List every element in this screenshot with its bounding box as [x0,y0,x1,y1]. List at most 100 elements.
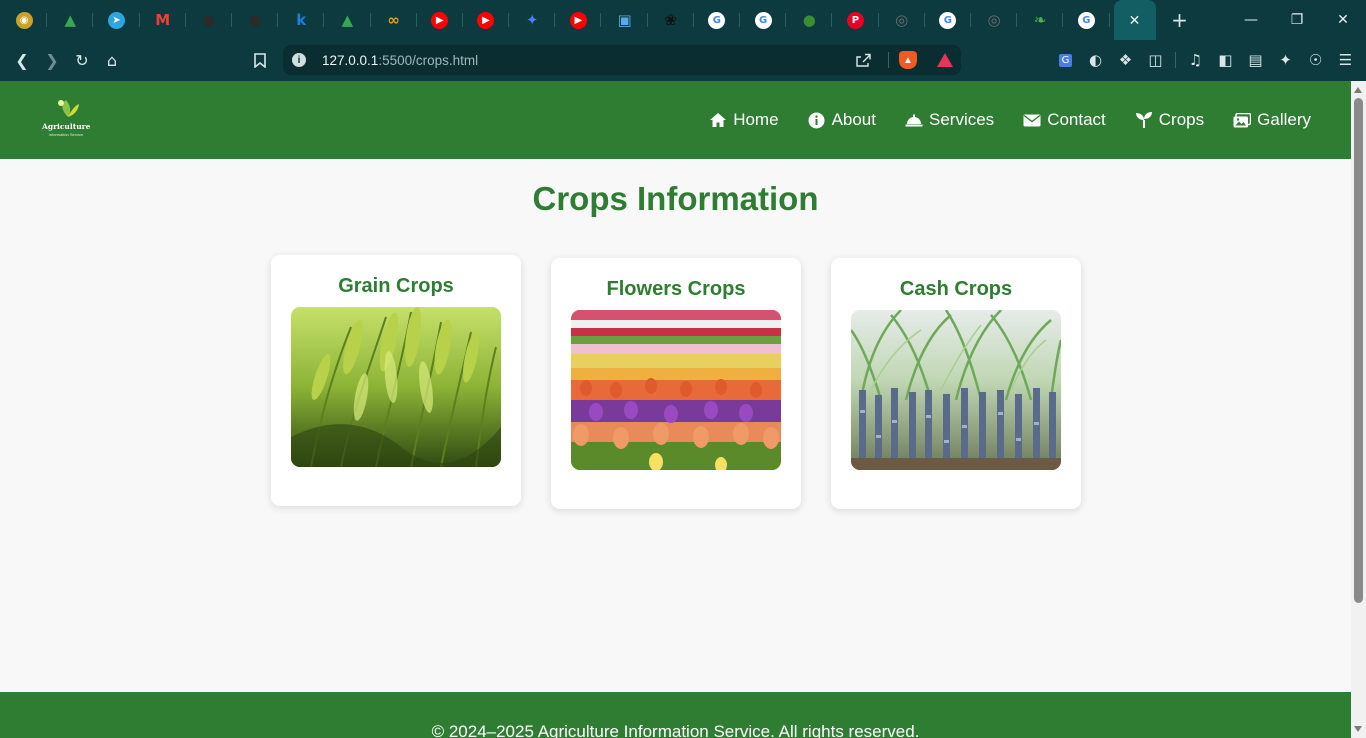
home-browser-icon[interactable]: ⌂ [97,46,127,76]
restore-icon[interactable]: ❐ [1274,0,1320,40]
browser-tab[interactable]: ✦ [509,0,556,40]
nav-gallery[interactable]: Gallery [1233,110,1311,130]
browser-tab[interactable]: ● [232,0,279,40]
reload-icon[interactable]: ↻ [67,46,97,76]
browser-toolbar: ❮ ❯ ↻ ⌂ i 127.0.0.1:5500/crops.html ▲ G … [0,40,1366,81]
nav-label: Contact [1047,110,1106,129]
site-info-icon[interactable]: i [292,53,306,67]
logo-leaf-icon [58,100,79,117]
infinity-icon: ∞ [387,11,400,29]
round-badge-icon: ◉ [15,11,33,29]
minimize-icon[interactable]: — [1228,0,1274,40]
browser-tab[interactable]: ❧ [1017,0,1064,40]
browser-tab[interactable]: ● [786,0,833,40]
nav-label: Home [733,110,779,129]
google-icon: G [1077,11,1095,29]
nav-home[interactable]: Home [709,110,779,130]
translate-icon[interactable]: G [1051,45,1080,75]
images-icon [1233,111,1252,129]
browser-tab[interactable]: M [140,0,186,40]
extensions-puzzle-icon[interactable]: ❖ [1111,45,1140,75]
brave-rewards-icon[interactable] [937,53,953,67]
browser-tab[interactable]: P [832,0,879,40]
bookmark-icon[interactable] [245,45,275,75]
browser-tab[interactable]: ➤ [93,0,140,40]
wheat-image [291,307,501,467]
close-window-icon[interactable]: ✕ [1320,0,1366,40]
tulip-image [571,310,781,470]
tab-search-icon[interactable]: ◫ [1141,45,1170,75]
nav-contact[interactable]: Contact [1023,110,1106,130]
tab-strip: ◉ ▲ ➤ M ● ● k ▲ ∞ ▶ ▶ ✦ ▶ ▣ ❀ G G ● P ◎ G ◎ ❧ G ✕ [0,0,1160,40]
sidebar-icon[interactable]: ◧ [1211,45,1240,75]
browser-tab[interactable]: ▲ [324,0,371,40]
nav-crops[interactable]: Crops [1135,110,1204,130]
browser-tab[interactable]: ◎ [879,0,925,40]
browser-tab[interactable]: ● [186,0,233,40]
leo-ai-icon[interactable]: ✦ [1271,45,1300,75]
scroll-up-icon[interactable] [1354,87,1362,93]
page-viewport: Agriculture Information Service Home Abou… [0,81,1351,738]
wallet-icon[interactable]: ▤ [1241,45,1270,75]
github-icon: ● [248,11,262,29]
browser-tab[interactable]: ∞ [371,0,417,40]
browser-tab[interactable]: G [740,0,787,40]
address-bar[interactable]: i 127.0.0.1:5500/crops.html ▲ [283,45,961,75]
forward-icon[interactable]: ❯ [37,46,67,76]
browser-tab[interactable]: G [1063,0,1110,40]
site-footer: © 2024–2025 Agriculture Information Serv… [0,692,1351,738]
active-tab[interactable]: ✕ [1113,0,1156,40]
browser-tab[interactable]: ◉ [1,0,48,40]
browser-tab[interactable]: ❀ [648,0,695,40]
share-icon[interactable] [848,45,878,75]
scrollbar-thumb[interactable] [1354,98,1363,603]
nav-label: Crops [1158,110,1205,129]
back-icon[interactable]: ❮ [7,46,37,76]
home-icon [709,111,727,129]
browser-tab[interactable]: ▶ [555,0,602,40]
globe-icon: ◎ [987,11,1001,29]
nav-label: Gallery [1257,110,1311,129]
browser-tab[interactable]: ▶ [417,0,464,40]
crop-card-flowers[interactable]: Flowers Crops [551,258,801,509]
vpn-shield-icon[interactable]: ☉ [1301,45,1330,75]
github-icon: ● [202,11,216,29]
main-nav: Home About Services Contact Crops Gallery [709,81,1311,159]
browser-tab[interactable]: ▣ [601,0,648,40]
nav-label: About [831,110,876,129]
browser-tab[interactable]: ◎ [971,0,1018,40]
page-scrollbar[interactable] [1351,81,1366,738]
envelope-icon [1023,111,1041,129]
nav-services[interactable]: Services [905,110,994,130]
youtube-icon: ▶ [477,11,495,29]
browser-tab[interactable]: ▶ [463,0,510,40]
menu-icon[interactable]: ☰ [1331,45,1360,75]
info-icon [808,111,826,129]
browser-tab[interactable]: G [694,0,741,40]
crop-card-grain[interactable]: Grain Crops [271,255,521,506]
brave-shields-icon[interactable]: ▲ [899,51,917,69]
youtube-icon: ▶ [569,11,587,29]
nav-about[interactable]: About [808,110,876,130]
crop-card-cash[interactable]: Cash Crops [831,258,1081,509]
browser-tab[interactable]: ▲ [47,0,94,40]
footer-copyright: © 2024–2025 Agriculture Information Serv… [431,722,920,738]
drive-icon: ▲ [341,11,354,29]
media-music-icon[interactable]: ♫ [1181,45,1210,75]
new-tab-button[interactable]: + [1160,0,1200,40]
window-controls: — ❐ ✕ [1228,0,1366,40]
browser-tab[interactable]: G [925,0,972,40]
url-text[interactable]: 127.0.0.1:5500/crops.html [322,53,478,68]
browser-tab[interactable]: k [278,0,325,40]
gemini-icon: ✦ [525,11,539,29]
close-tab-icon[interactable]: ✕ [1129,12,1141,29]
google-icon: G [754,11,772,29]
sugarcane-image [851,310,1061,470]
extension-c-icon[interactable]: ◐ [1081,45,1110,75]
page-title: Crops Information [532,180,819,217]
leaf-icon: ❧ [1033,11,1047,29]
picture-in-picture-icon: ▣ [617,11,632,29]
site-logo[interactable]: Agriculture Information Service [42,95,90,141]
nav-label: Services [929,110,995,129]
scroll-down-icon[interactable] [1354,726,1362,732]
